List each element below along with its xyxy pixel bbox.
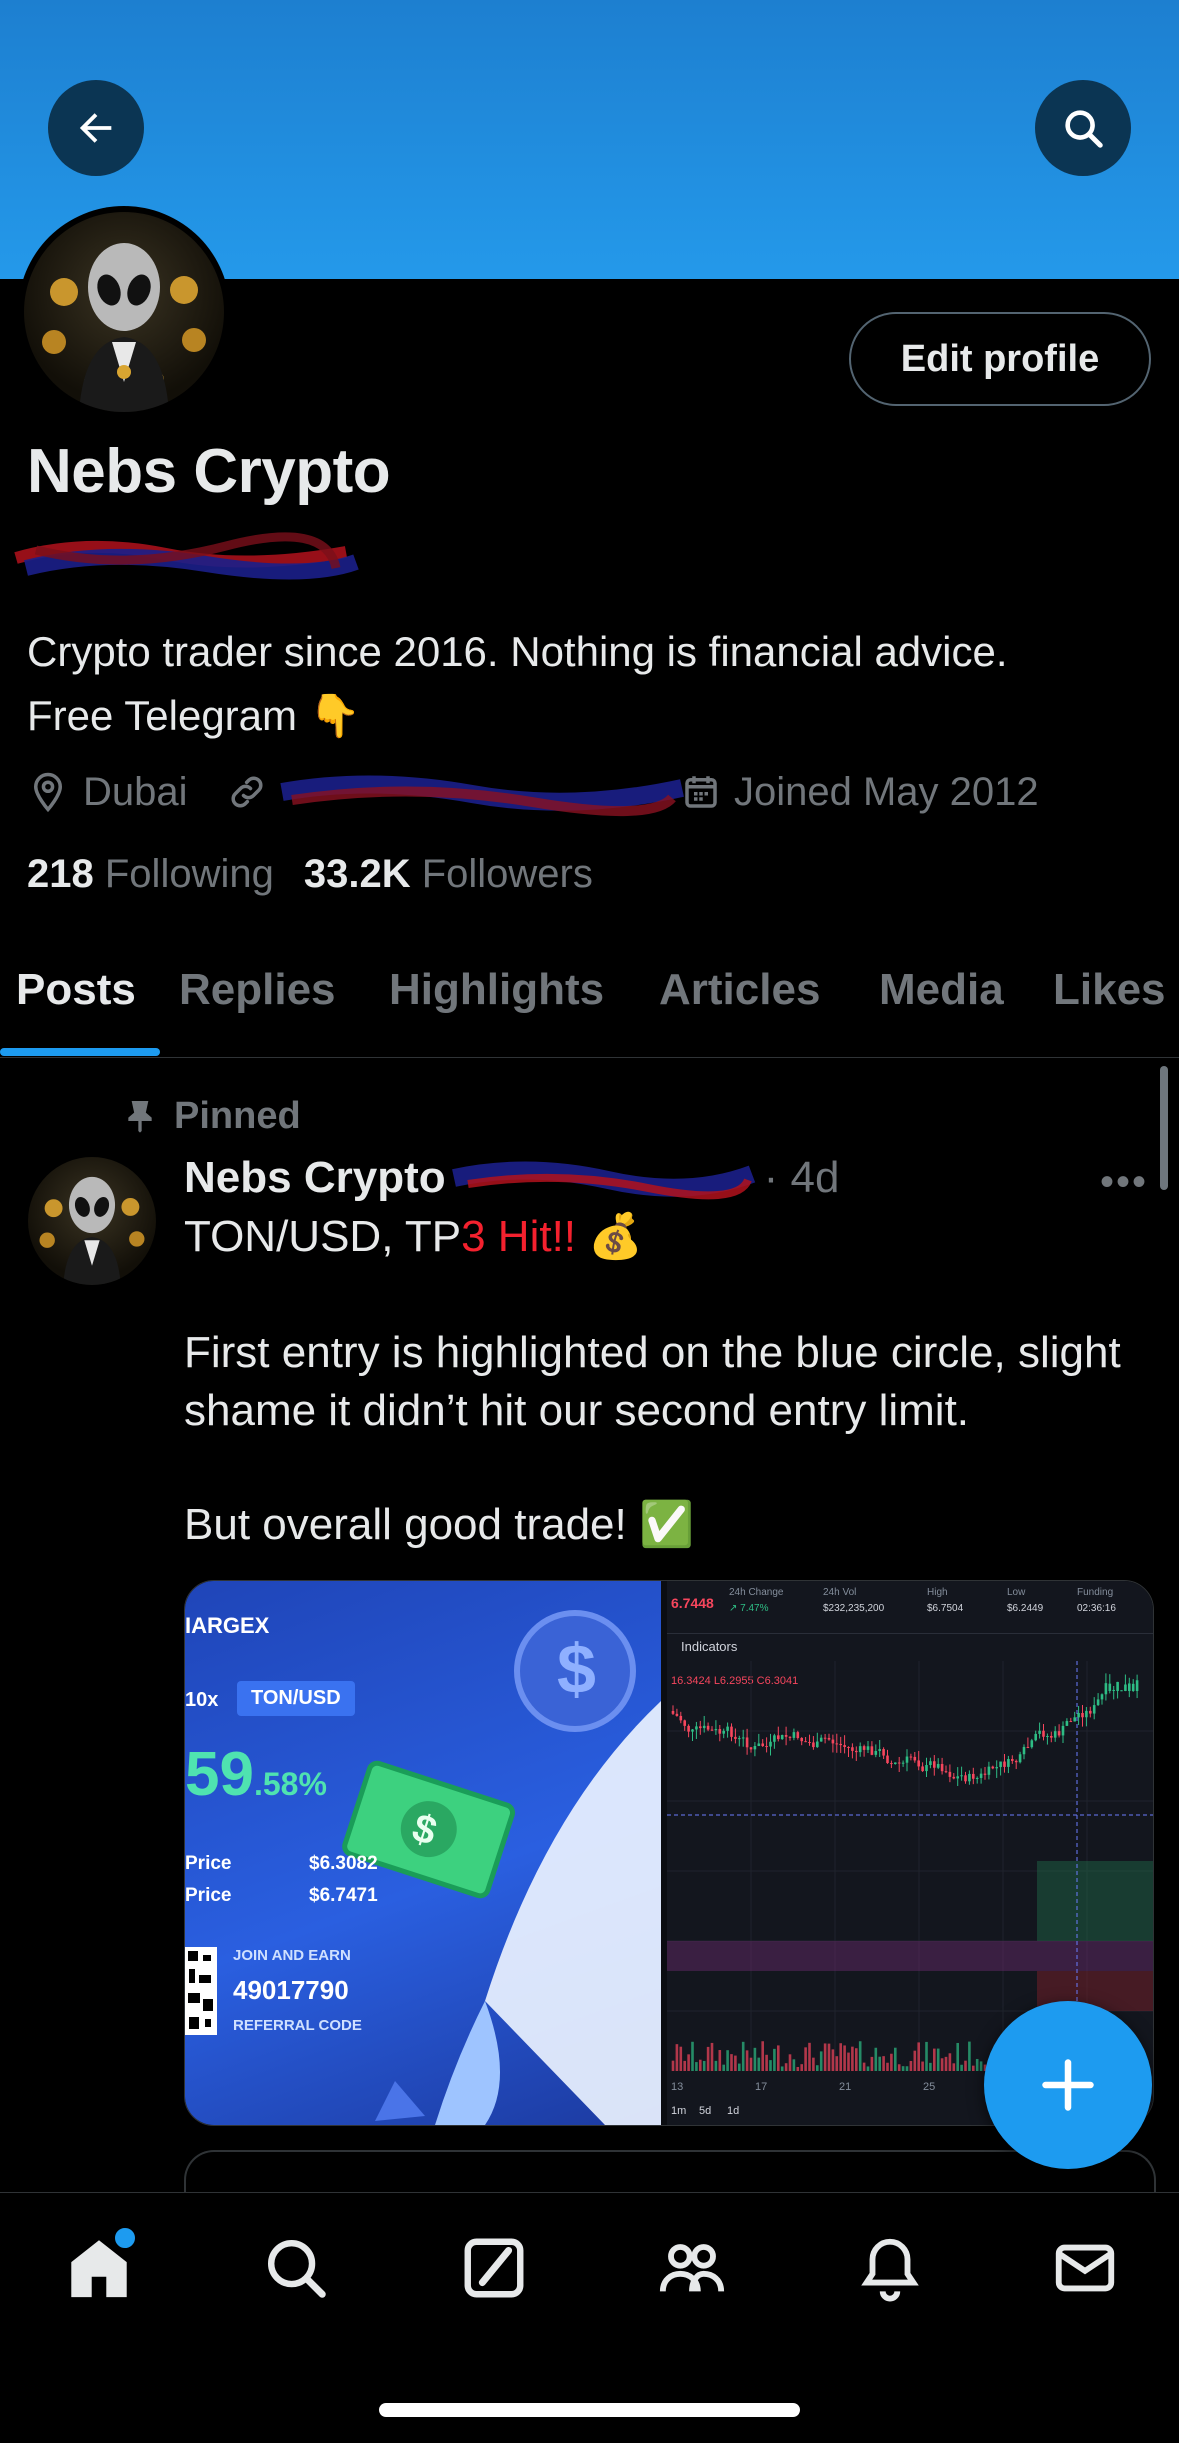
alien-avatar-image xyxy=(39,1176,145,1285)
followers-label: Followers xyxy=(421,852,593,896)
alien-avatar-image xyxy=(42,243,206,412)
plus-icon xyxy=(1042,2059,1094,2111)
timeframe-option[interactable]: 1d xyxy=(727,2105,739,2117)
following-count: 218 xyxy=(27,852,94,896)
post-text-paragraph-2: First entry is highlighted on the blue c… xyxy=(184,1328,1121,1435)
compose-button[interactable] xyxy=(984,2001,1152,2169)
post-author-avatar[interactable] xyxy=(28,1157,156,1285)
pinned-indicator: Pinned xyxy=(120,1094,301,1138)
pinned-label: Pinned xyxy=(174,1094,301,1137)
promo-image[interactable]: $ $ IARGEX 10x TON/USD 59.58% Price $6.3… xyxy=(185,1581,661,2125)
followers-link[interactable]: 33.2K Followers xyxy=(304,852,593,897)
tab-articles[interactable]: Articles xyxy=(659,965,820,1015)
joined-date: Joined May 2012 xyxy=(680,766,1039,818)
bio-line-2: Free Telegram 👇 xyxy=(27,692,361,739)
profile-name: Nebs Crypto xyxy=(27,437,391,506)
profile-avatar[interactable] xyxy=(18,206,230,418)
profile-tabs: Posts Replies Highlights Articles Media … xyxy=(0,955,1179,1058)
pin-icon xyxy=(128,1101,152,1133)
back-arrow-icon xyxy=(79,113,112,143)
home-indicator xyxy=(379,2403,800,2417)
entry-price-label: Price xyxy=(185,1853,232,1874)
home-notification-dot xyxy=(112,2225,138,2251)
location-text: Dubai xyxy=(83,769,188,814)
x-tick-label: 25 xyxy=(923,2081,936,2093)
timeframe-option[interactable]: 1m xyxy=(671,2105,686,2117)
svg-text:$: $ xyxy=(557,1630,596,1708)
tab-replies[interactable]: Replies xyxy=(179,965,336,1015)
following-label: Following xyxy=(104,852,274,896)
link-icon xyxy=(231,776,263,808)
promo-pnl-small: .58% xyxy=(253,1766,327,1802)
post-time[interactable]: · 4d xyxy=(764,1153,840,1203)
redacted-handle-scribble xyxy=(14,532,359,580)
timeframe-option[interactable]: 5d xyxy=(699,2105,711,2117)
rocket-illustration: $ $ xyxy=(342,1610,661,2125)
notifications-icon[interactable] xyxy=(855,2233,925,2303)
tab-highlights[interactable]: Highlights xyxy=(389,965,604,1015)
follow-stats: 218 Following 33.2K Followers xyxy=(27,852,593,897)
exit-price-value: $6.7471 xyxy=(309,1885,378,1906)
promo-pnl: 59.58% xyxy=(185,1739,327,1810)
explore-icon[interactable] xyxy=(261,2233,331,2303)
active-tab-indicator xyxy=(0,1048,160,1056)
promo-pnl-big: 59 xyxy=(185,1740,254,1809)
redacted-handle-scribble xyxy=(451,1161,755,1200)
post-header: Nebs Crypto · 4d xyxy=(184,1150,839,1206)
x-tick-label: 21 xyxy=(839,2081,852,2093)
post-text-prefix: TON/USD, TP xyxy=(184,1212,462,1261)
promo-leverage: 10x xyxy=(185,1689,219,1711)
promo-pair: TON/USD xyxy=(237,1681,355,1716)
post-author-name[interactable]: Nebs Crypto xyxy=(184,1153,446,1203)
more-options-button[interactable]: ••• xyxy=(1100,1160,1148,1205)
back-button[interactable] xyxy=(48,80,144,176)
join-label: JOIN AND EARN xyxy=(233,1947,351,1964)
referral-code: 49017790 xyxy=(233,1975,349,2005)
joined-text: Joined May 2012 xyxy=(734,769,1039,814)
location-pin-icon xyxy=(33,772,63,813)
post-text-line-1: TON/USD, TP3 Hit!! 💰 xyxy=(184,1208,1144,1266)
grok-icon[interactable] xyxy=(459,2233,529,2303)
qr-code xyxy=(185,1947,217,2035)
communities-icon[interactable] xyxy=(657,2233,727,2303)
messages-icon[interactable] xyxy=(1050,2233,1120,2303)
search-icon xyxy=(1065,110,1103,148)
promo-brand: IARGEX xyxy=(185,1613,270,1638)
search-button[interactable] xyxy=(1035,80,1131,176)
scrollbar[interactable] xyxy=(1160,1066,1168,1190)
x-tick-label: 13 xyxy=(671,2081,684,2093)
profile-link[interactable] xyxy=(226,766,692,818)
redacted-link-scribble xyxy=(280,775,684,817)
x-tick-label: 17 xyxy=(755,2081,768,2093)
referral-label: REFERRAL CODE xyxy=(233,2017,362,2034)
post-text-paragraph-3: But overall good trade! ✅ xyxy=(184,1500,694,1549)
money-bag-emoji: 💰 xyxy=(588,1212,644,1261)
exit-price-label: Price xyxy=(185,1885,232,1906)
profile-bio: Crypto trader since 2016. Nothing is fin… xyxy=(27,620,1147,748)
tab-posts[interactable]: Posts xyxy=(16,965,136,1015)
location: Dubai xyxy=(27,766,188,818)
edit-profile-button[interactable]: Edit profile xyxy=(849,312,1151,406)
calendar-icon xyxy=(685,776,717,808)
tab-media[interactable]: Media xyxy=(879,965,1004,1015)
following-link[interactable]: 218 Following xyxy=(27,852,274,897)
post-text-red: 3 Hit!! xyxy=(461,1212,577,1261)
tab-likes[interactable]: Likes xyxy=(1053,965,1166,1015)
followers-count: 33.2K xyxy=(303,852,411,896)
bio-line-1: Crypto trader since 2016. Nothing is fin… xyxy=(27,628,1008,675)
entry-price-value: $6.3082 xyxy=(309,1853,378,1874)
